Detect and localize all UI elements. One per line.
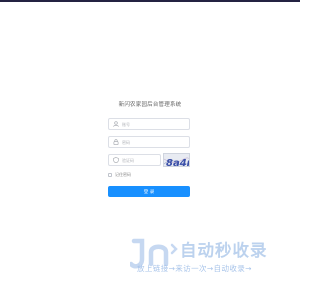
captcha-field[interactable] xyxy=(108,154,161,166)
watermark-subtext: 放上链接→来访一次→自动收录→ xyxy=(137,264,252,273)
password-field[interactable] xyxy=(108,136,190,148)
top-bar xyxy=(0,0,300,2)
login-title: 新闪农家园后台管理系统 xyxy=(118,102,182,108)
captcha-input[interactable] xyxy=(120,155,158,165)
lock-icon xyxy=(112,138,120,146)
remember-password[interactable]: 记住密码 xyxy=(108,172,131,178)
remember-checkbox[interactable] xyxy=(108,173,112,177)
user-icon xyxy=(112,120,120,128)
shield-icon xyxy=(112,156,120,164)
username-input[interactable] xyxy=(120,119,182,129)
login-button[interactable]: 登 录 xyxy=(108,186,190,197)
remember-label: 记住密码 xyxy=(115,172,131,177)
captcha-image[interactable]: 8a4n xyxy=(163,153,190,167)
watermark-text: 自动秒收录 xyxy=(180,241,268,260)
username-field[interactable] xyxy=(108,118,190,130)
captcha-text: 8a4n xyxy=(166,158,190,167)
password-input[interactable] xyxy=(120,137,182,147)
